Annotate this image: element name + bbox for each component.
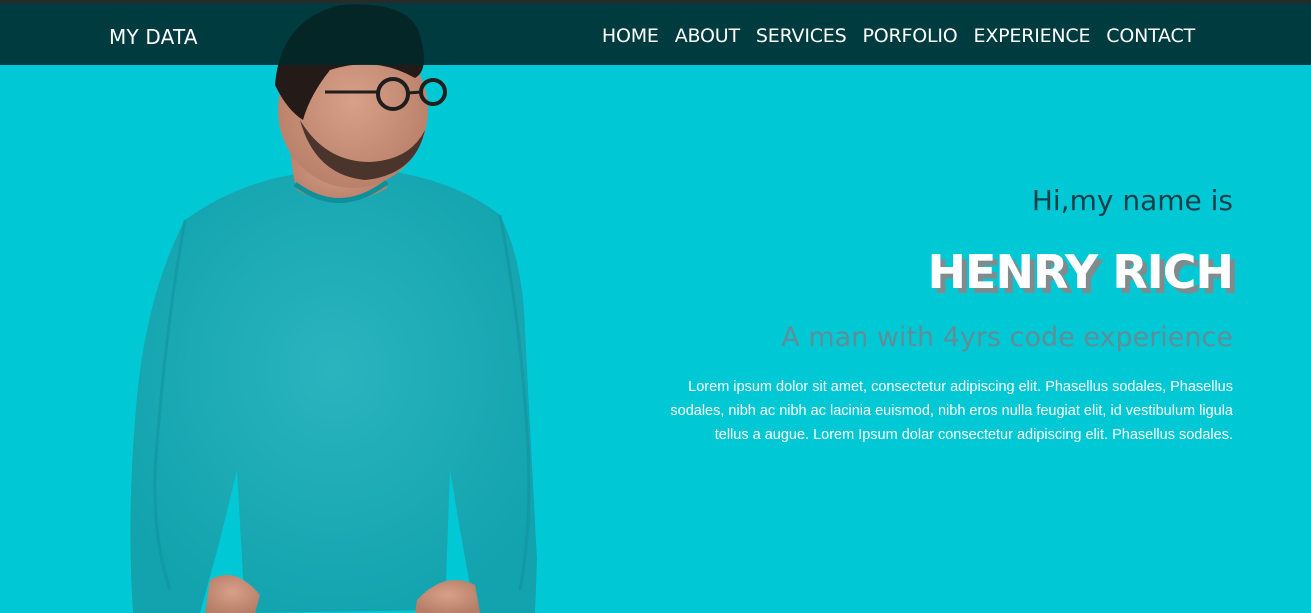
hero-tagline: A man with 4yrs code experience: [781, 322, 1233, 353]
top-navbar: MY DATA HOME ABOUT SERVICES PORFOLIO EXP…: [0, 0, 1311, 65]
nav-home-link[interactable]: HOME: [602, 25, 659, 47]
hero-bio: Lorem ipsum dolor sit amet, consectetur …: [670, 379, 1233, 443]
nav-contact-link[interactable]: CONTACT: [1106, 25, 1195, 47]
brand-logo[interactable]: MY DATA: [109, 25, 198, 49]
nav-experience-link[interactable]: EXPERIENCE: [974, 25, 1091, 47]
profile-photo: [130, 4, 537, 613]
nav-portfolio-link[interactable]: PORFOLIO: [862, 25, 957, 47]
hero-name: HENRY RICH: [927, 245, 1234, 299]
nav-links: HOME ABOUT SERVICES PORFOLIO EXPERIENCE …: [602, 25, 1195, 47]
intro-section: Hi,my name is HENRY RICH A man with 4yrs…: [633, 184, 1234, 447]
nav-services-link[interactable]: SERVICES: [756, 25, 847, 47]
greeting-text: Hi,my name is: [1031, 184, 1233, 217]
nav-about-link[interactable]: ABOUT: [675, 25, 740, 47]
